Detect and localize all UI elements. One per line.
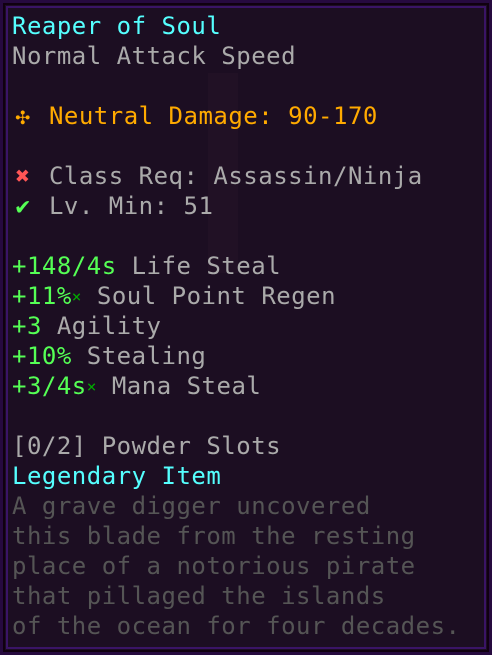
class-requirement-text: Class Req: Assassin/Ninja (48, 162, 423, 190)
id-label: Mana Steal (111, 372, 262, 400)
id-suffix: × (86, 377, 97, 396)
id-value: +11% (12, 282, 72, 310)
damage-label: Neutral Damage: 90-170 (48, 102, 378, 130)
id-suffix: × (71, 287, 82, 306)
level-requirement: ✔ Lv. Min: 51 (12, 191, 489, 221)
id-label: Agility (56, 312, 162, 340)
id-value: +3/4s (12, 372, 87, 400)
class-requirement: ✖ Class Req: Assassin/Ninja (12, 161, 489, 191)
damage-line: ✣ Neutral Damage: 90-170 (12, 101, 489, 131)
identification-row: +10% Stealing (12, 341, 489, 371)
attack-speed: Normal Attack Speed (12, 42, 297, 70)
cross-icon: ✖ (15, 162, 31, 190)
id-label: Life Steal (131, 252, 282, 280)
item-name: Reaper of Soul (12, 12, 222, 40)
lore-line: A grave digger uncovered (12, 492, 371, 520)
powder-slots: [0/2] Powder Slots (12, 432, 282, 460)
identification-row: +3/4s× Mana Steal (12, 371, 489, 401)
level-requirement-text: Lv. Min: 51 (48, 192, 214, 220)
id-value: +148/4s (12, 252, 117, 280)
lore-line: place of a notorious pirate (12, 552, 416, 580)
id-value: +3 (12, 312, 42, 340)
id-value: +10% (12, 342, 72, 370)
neutral-damage-icon: ✣ (15, 102, 31, 130)
item-tier: Legendary Item (12, 462, 222, 490)
id-label: Stealing (86, 342, 207, 370)
id-label: Soul Point Regen (96, 282, 337, 310)
lore-line: of the ocean for four decades. (12, 612, 461, 640)
identification-row: +3 Agility (12, 311, 489, 341)
lore-line: that pillaged the islands (12, 582, 386, 610)
item-tooltip: Reaper of Soul Normal Attack Speed ✣ Neu… (0, 0, 492, 655)
identification-row: +11%× Soul Point Regen (12, 281, 489, 311)
identification-row: +148/4s Life Steal (12, 251, 489, 281)
check-icon: ✔ (15, 192, 31, 220)
lore-line: this blade from the resting (12, 522, 416, 550)
